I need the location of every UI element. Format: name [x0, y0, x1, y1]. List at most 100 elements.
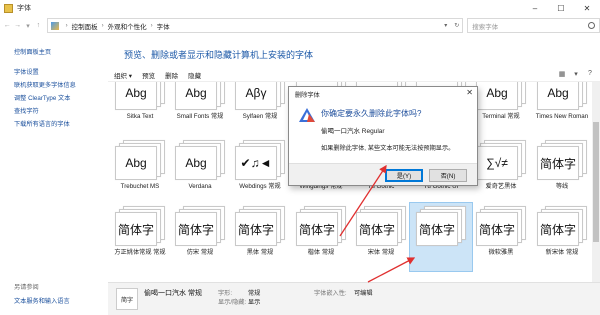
font-name: 爱奇艺黑体 [485, 183, 517, 190]
font-name: 方正姚体常规 常规 [114, 249, 166, 256]
font-thumbnail: 简体字 [356, 206, 406, 246]
font-item[interactable]: 简体字 新宋体 常规 [532, 206, 592, 257]
fonts-warning-icon [299, 108, 315, 122]
font-name: Sylfaen 常规 [242, 113, 278, 120]
page-title: 预览、删除或者显示和隐藏计算机上安装的字体 [124, 50, 314, 60]
sidebar-link-download-fonts[interactable]: 下载所有语言的字体 [14, 119, 70, 128]
dialog-message: 如果删除此字体, 某些文本可能无法按预期显示。 [321, 145, 455, 152]
font-sample: 简体字 [356, 212, 398, 246]
vertical-scrollbar[interactable] [592, 82, 600, 282]
font-thumbnail: ✔♫◄ [235, 140, 285, 180]
window-title: 字体 [17, 5, 31, 12]
dialog-title: 删除字体 [295, 92, 320, 99]
font-name: 黑体 常规 [246, 249, 274, 256]
font-item[interactable]: Aβγ Sylfaen 常规 [230, 82, 290, 121]
delete-button[interactable]: 删除 [165, 70, 178, 80]
address-bar[interactable]: › 控制面板 › 外观和个性化 › 字体 ▾ ↻ [46, 18, 464, 33]
font-thumbnail: Abg [476, 82, 526, 110]
font-sample: Abg [476, 82, 518, 110]
font-sample: Abg [115, 82, 157, 110]
details-pane: 简字 偷喝一口汽水 常规 字形: 常规 显示/隐藏: 显示 字体嵌入性: 可编辑 [108, 282, 600, 315]
folder-icon [4, 3, 13, 13]
font-item[interactable]: 简体字方正姚体常规 常规 [110, 206, 170, 257]
control-panel-icon [50, 21, 59, 30]
sidebar-link-text-services[interactable]: 文本服务和输入语言 [14, 296, 70, 305]
font-item[interactable]: Abg Sitka Text [110, 82, 170, 121]
font-thumbnail: 简体字 [476, 206, 526, 246]
sidebar-link-find-character[interactable]: 查找字符 [14, 106, 39, 115]
font-sample: 简体字 [537, 212, 579, 246]
maximize-button[interactable]: ☐ [548, 0, 574, 16]
back-arrow-icon[interactable]: ← [2, 19, 12, 33]
font-name: 楷体 常规 [307, 249, 335, 256]
font-name: Webdings 常规 [239, 183, 281, 190]
font-name: Terminal 常规 [482, 113, 520, 120]
font-thumbnail: 简体字 [175, 206, 225, 246]
dialog-close-button[interactable]: ✕ [466, 88, 473, 97]
sidebar-link-font-settings[interactable]: 字体设置 [14, 67, 39, 76]
font-thumbnail: Abg [537, 82, 587, 110]
delete-font-dialog: 删除字体 ✕ 你确定要永久删除此字体吗? 偷喝一口汽水 Regular 如果删除… [288, 86, 478, 186]
dialog-question: 你确定要永久删除此字体吗? [321, 109, 422, 118]
font-item[interactable]: Abg Small Fonts 常规 [170, 82, 230, 121]
scrollbar-thumb[interactable] [593, 122, 599, 242]
font-item[interactable]: 简体字 等线 [532, 140, 592, 191]
font-item[interactable]: 简体字 楷体 常规 [291, 206, 351, 257]
sidebar-link-home[interactable]: 控制面板主页 [14, 47, 51, 56]
search-icon [587, 22, 595, 29]
font-sample: Abg [175, 146, 217, 180]
up-arrow-icon[interactable]: ↑ [33, 19, 43, 33]
font-preview-thumbnail: 简字 [116, 288, 138, 310]
preview-button[interactable]: 预览 [142, 70, 155, 80]
details-embed-value: 可编辑 [354, 290, 373, 297]
font-sample: 简体字 [115, 212, 157, 246]
close-button[interactable]: ✕ [574, 0, 600, 16]
font-thumbnail: Abg [175, 140, 225, 180]
font-sample: ∑√≠ [476, 146, 518, 180]
refresh-icon[interactable]: ↻ [451, 22, 462, 29]
dialog-font-name: 偷喝一口汽水 Regular [321, 128, 385, 135]
organize-button[interactable]: 组织 ▾ [114, 70, 132, 80]
font-sample: Abg [115, 146, 157, 180]
font-item[interactable]: ✔♫◄ Webdings 常规 [230, 140, 290, 191]
details-font-name: 偷喝一口汽水 常规 [144, 290, 202, 297]
font-item[interactable]: Abg Verdana [170, 140, 230, 191]
font-item[interactable]: 简体字黑体 常规 [230, 206, 290, 257]
font-item[interactable]: 简体字偷喝一口汽水 常规 [409, 202, 473, 272]
font-sample: Abg [537, 82, 579, 110]
dialog-footer: 是(Y) 否(N) [289, 163, 477, 185]
yes-button[interactable]: 是(Y) [385, 169, 423, 182]
font-item[interactable]: Abg Trebuchet MS [110, 140, 170, 191]
view-dropdown-icon[interactable]: ▾ [570, 70, 582, 80]
breadcrumb-control-panel[interactable]: 控制面板 [72, 21, 98, 31]
minimize-button[interactable]: – [522, 0, 548, 16]
font-item[interactable]: 简体字 宋体 常规 [351, 206, 411, 257]
font-name: 微软雅黑 [488, 249, 514, 256]
font-item[interactable]: 简体字 仿宋 常规 [170, 206, 230, 257]
font-thumbnail: Abg [175, 82, 225, 110]
font-thumbnail: 简体字 [115, 206, 165, 246]
forward-arrow-icon[interactable]: → [12, 19, 22, 33]
font-item[interactable]: 简体字微软雅黑 [471, 206, 531, 257]
details-show-key: 显示/隐藏: [218, 299, 247, 306]
no-button[interactable]: 否(N) [429, 169, 467, 182]
hide-button[interactable]: 隐藏 [188, 70, 201, 80]
breadcrumb-appearance[interactable]: 外观和个性化 [108, 21, 147, 31]
font-item[interactable]: ∑√≠ 爱奇艺黑体 [471, 140, 531, 191]
font-sample: 简体字 [476, 212, 518, 246]
font-item[interactable]: Abg Terminal 常规 [471, 82, 531, 121]
sidebar-link-cleartype[interactable]: 调整 ClearType 文本 [14, 93, 70, 102]
font-name: Small Fonts 常规 [176, 113, 224, 120]
fonts-window: 字体 – ☐ ✕ ← → ▾ ↑ › 控制面板 › 外观和个性化 › 字体 ▾ … [0, 0, 600, 315]
font-sample: 简体字 [235, 212, 277, 246]
help-icon[interactable]: ? [584, 70, 596, 80]
view-options-icon[interactable]: ▦ [556, 70, 568, 80]
font-thumbnail: 简体字 [416, 206, 466, 246]
font-name: Trebuchet MS [120, 183, 160, 190]
breadcrumb-fonts[interactable]: 字体 [157, 21, 170, 31]
font-item[interactable]: Abg Times New Roman [532, 82, 592, 121]
recent-dropdown-icon[interactable]: ▾ [23, 19, 33, 33]
search-input[interactable]: 搜索字体 [467, 18, 600, 33]
sidebar-link-get-fonts-online[interactable]: 联机获取更多字体信息 [14, 80, 76, 89]
address-dropdown-icon[interactable]: ▾ [440, 22, 451, 29]
